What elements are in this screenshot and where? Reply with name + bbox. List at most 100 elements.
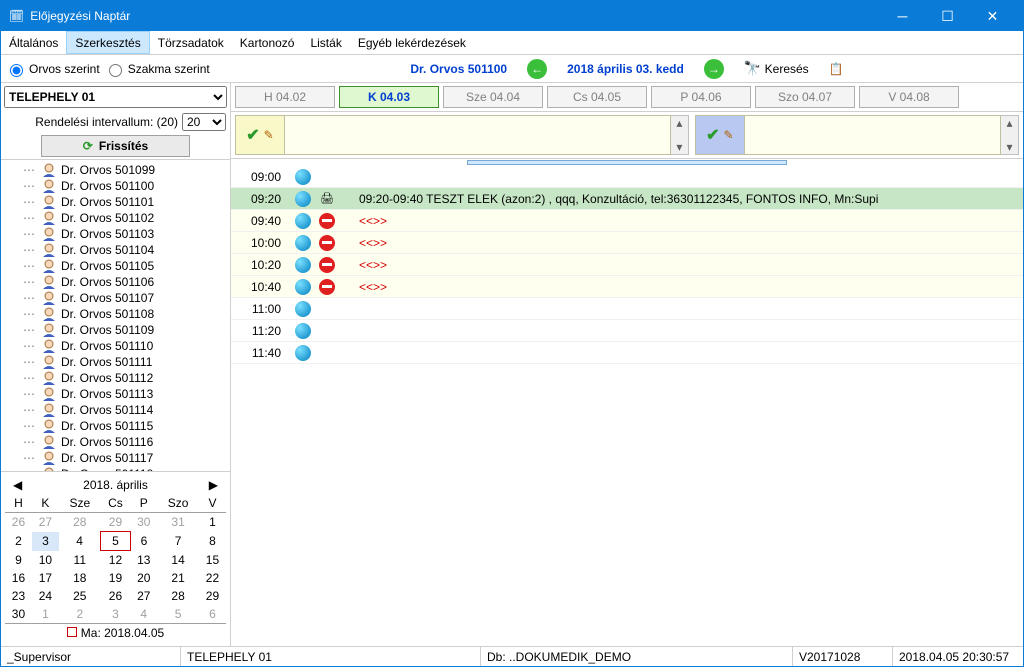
menu-egyéb lekérdezések[interactable]: Egyéb lekérdezések xyxy=(350,31,474,54)
cal-day[interactable]: 3 xyxy=(32,532,59,551)
doctor-list-item[interactable]: ⋯Dr. Orvos 501108 xyxy=(21,306,228,322)
timeslot-row[interactable]: 11:40 xyxy=(231,342,1023,364)
cal-day[interactable]: 28 xyxy=(157,587,199,605)
note-tools-b[interactable]: ✔✎ xyxy=(695,115,745,155)
doctor-list-item[interactable]: ⋯Dr. Orvos 501104 xyxy=(21,242,228,258)
cal-day[interactable]: 9 xyxy=(5,551,32,570)
cal-day[interactable]: 21 xyxy=(157,569,199,587)
cal-day[interactable]: 26 xyxy=(101,587,131,605)
doctor-list-item[interactable]: ⋯Dr. Orvos 501111 xyxy=(21,354,228,370)
cal-day[interactable]: 29 xyxy=(101,513,131,532)
doctor-list-item[interactable]: ⋯Dr. Orvos 501099 xyxy=(21,162,228,178)
cal-day[interactable]: 6 xyxy=(199,605,226,623)
day-tab[interactable]: Cs 04.05 xyxy=(547,86,647,108)
cal-day[interactable]: 15 xyxy=(199,551,226,570)
doctor-list-item[interactable]: ⋯Dr. Orvos 501105 xyxy=(21,258,228,274)
interval-select[interactable]: 20 xyxy=(182,113,226,131)
cal-day[interactable]: 4 xyxy=(130,605,157,623)
cal-day[interactable]: 4 xyxy=(59,532,101,551)
cal-day[interactable]: 13 xyxy=(130,551,157,570)
splitter[interactable] xyxy=(231,159,1023,166)
timeslot-row[interactable]: 09:00 xyxy=(231,166,1023,188)
menu-listák[interactable]: Listák xyxy=(302,31,349,54)
note-text-a[interactable] xyxy=(285,115,671,155)
scrollbar[interactable]: ▴▾ xyxy=(1001,115,1019,155)
radio-szakma[interactable]: Szakma szerint xyxy=(104,61,210,77)
doctor-list-item[interactable]: ⋯Dr. Orvos 501115 xyxy=(21,418,228,434)
radio-orvos[interactable]: Orvos szerint xyxy=(5,61,100,77)
cal-day[interactable]: 3 xyxy=(101,605,131,623)
doctor-list-item[interactable]: ⋯Dr. Orvos 501112 xyxy=(21,370,228,386)
timeslot-row[interactable]: 11:00 xyxy=(231,298,1023,320)
doctor-list-item[interactable]: ⋯Dr. Orvos 501110 xyxy=(21,338,228,354)
cal-today-label[interactable]: Ma: 2018.04.05 xyxy=(81,626,164,640)
day-tab[interactable]: P 04.06 xyxy=(651,86,751,108)
cal-day[interactable]: 18 xyxy=(59,569,101,587)
note-tools-a[interactable]: ✔✎ xyxy=(235,115,285,155)
day-tab[interactable]: Szo 04.07 xyxy=(755,86,855,108)
cal-prev-button[interactable]: ◀ xyxy=(13,478,22,492)
menu-szerkesztés[interactable]: Szerkesztés xyxy=(66,31,149,54)
prev-day-button[interactable]: ← xyxy=(527,59,547,79)
cal-day[interactable]: 16 xyxy=(5,569,32,587)
cal-day[interactable]: 24 xyxy=(32,587,59,605)
doctor-list-item[interactable]: ⋯Dr. Orvos 501101 xyxy=(21,194,228,210)
cal-day[interactable]: 22 xyxy=(199,569,226,587)
timeslot-row[interactable]: 10:40<<>> xyxy=(231,276,1023,298)
timeslot-row[interactable]: 10:20<<>> xyxy=(231,254,1023,276)
day-tab[interactable]: V 04.08 xyxy=(859,86,959,108)
cal-day[interactable]: 30 xyxy=(5,605,32,623)
menu-kartonozó[interactable]: Kartonozó xyxy=(232,31,303,54)
timeslot-row[interactable]: 10:00<<>> xyxy=(231,232,1023,254)
day-tab[interactable]: H 04.02 xyxy=(235,86,335,108)
doctor-list-item[interactable]: ⋯Dr. Orvos 501103 xyxy=(21,226,228,242)
cal-day[interactable]: 7 xyxy=(157,532,199,551)
cal-day[interactable]: 10 xyxy=(32,551,59,570)
mini-calendar[interactable]: ◀ 2018. április ▶ HKSzeCsPSzoV2627282930… xyxy=(1,471,230,646)
cal-day[interactable]: 31 xyxy=(157,513,199,532)
day-tab[interactable]: K 04.03 xyxy=(339,86,439,108)
cal-day[interactable]: 12 xyxy=(101,551,131,570)
cal-day[interactable]: 1 xyxy=(199,513,226,532)
cal-day[interactable]: 2 xyxy=(59,605,101,623)
site-select[interactable]: TELEPHELY 01 xyxy=(4,86,227,108)
cal-day[interactable]: 26 xyxy=(5,513,32,532)
cal-day[interactable]: 5 xyxy=(101,532,131,551)
scrollbar[interactable]: ▴▾ xyxy=(671,115,689,155)
cal-next-button[interactable]: ▶ xyxy=(209,478,218,492)
timeslot-row[interactable]: 11:20 xyxy=(231,320,1023,342)
doctor-list-item[interactable]: ⋯Dr. Orvos 501117 xyxy=(21,450,228,466)
timeslot-row[interactable]: 09:40<<>> xyxy=(231,210,1023,232)
doctor-list-item[interactable]: ⋯Dr. Orvos 501114 xyxy=(21,402,228,418)
cal-day[interactable]: 17 xyxy=(32,569,59,587)
cal-day[interactable]: 28 xyxy=(59,513,101,532)
cal-day[interactable]: 14 xyxy=(157,551,199,570)
timeslot-row[interactable]: 09:20🖨09:20-09:40 TESZT ELEK (azon:2) , … xyxy=(231,188,1023,210)
maximize-button[interactable]: ☐ xyxy=(925,1,970,31)
cal-day[interactable]: 27 xyxy=(32,513,59,532)
doctor-list-item[interactable]: ⋯Dr. Orvos 501102 xyxy=(21,210,228,226)
minimize-button[interactable]: ─ xyxy=(880,1,925,31)
menu-általános[interactable]: Általános xyxy=(1,31,66,54)
cal-day[interactable]: 27 xyxy=(130,587,157,605)
doctor-list-item[interactable]: ⋯Dr. Orvos 501113 xyxy=(21,386,228,402)
cal-day[interactable]: 20 xyxy=(130,569,157,587)
doctor-list-item[interactable]: ⋯Dr. Orvos 501100 xyxy=(21,178,228,194)
cal-day[interactable]: 5 xyxy=(157,605,199,623)
cal-day[interactable]: 1 xyxy=(32,605,59,623)
cal-day[interactable]: 29 xyxy=(199,587,226,605)
doctor-list[interactable]: ⋯Dr. Orvos 501099⋯Dr. Orvos 501100⋯Dr. O… xyxy=(1,159,230,471)
cal-day[interactable]: 25 xyxy=(59,587,101,605)
day-tab[interactable]: Sze 04.04 xyxy=(443,86,543,108)
menu-törzsadatok[interactable]: Törzsadatok xyxy=(150,31,232,54)
cal-day[interactable]: 6 xyxy=(130,532,157,551)
doctor-list-item[interactable]: ⋯Dr. Orvos 501109 xyxy=(21,322,228,338)
search-group[interactable]: 🔭 Keresés xyxy=(744,60,809,77)
cal-day[interactable]: 8 xyxy=(199,532,226,551)
cal-day[interactable]: 2 xyxy=(5,532,32,551)
cal-day[interactable]: 30 xyxy=(130,513,157,532)
note-text-b[interactable] xyxy=(745,115,1001,155)
cal-day[interactable]: 19 xyxy=(101,569,131,587)
close-button[interactable]: ✕ xyxy=(970,1,1015,31)
next-day-button[interactable]: → xyxy=(704,59,724,79)
